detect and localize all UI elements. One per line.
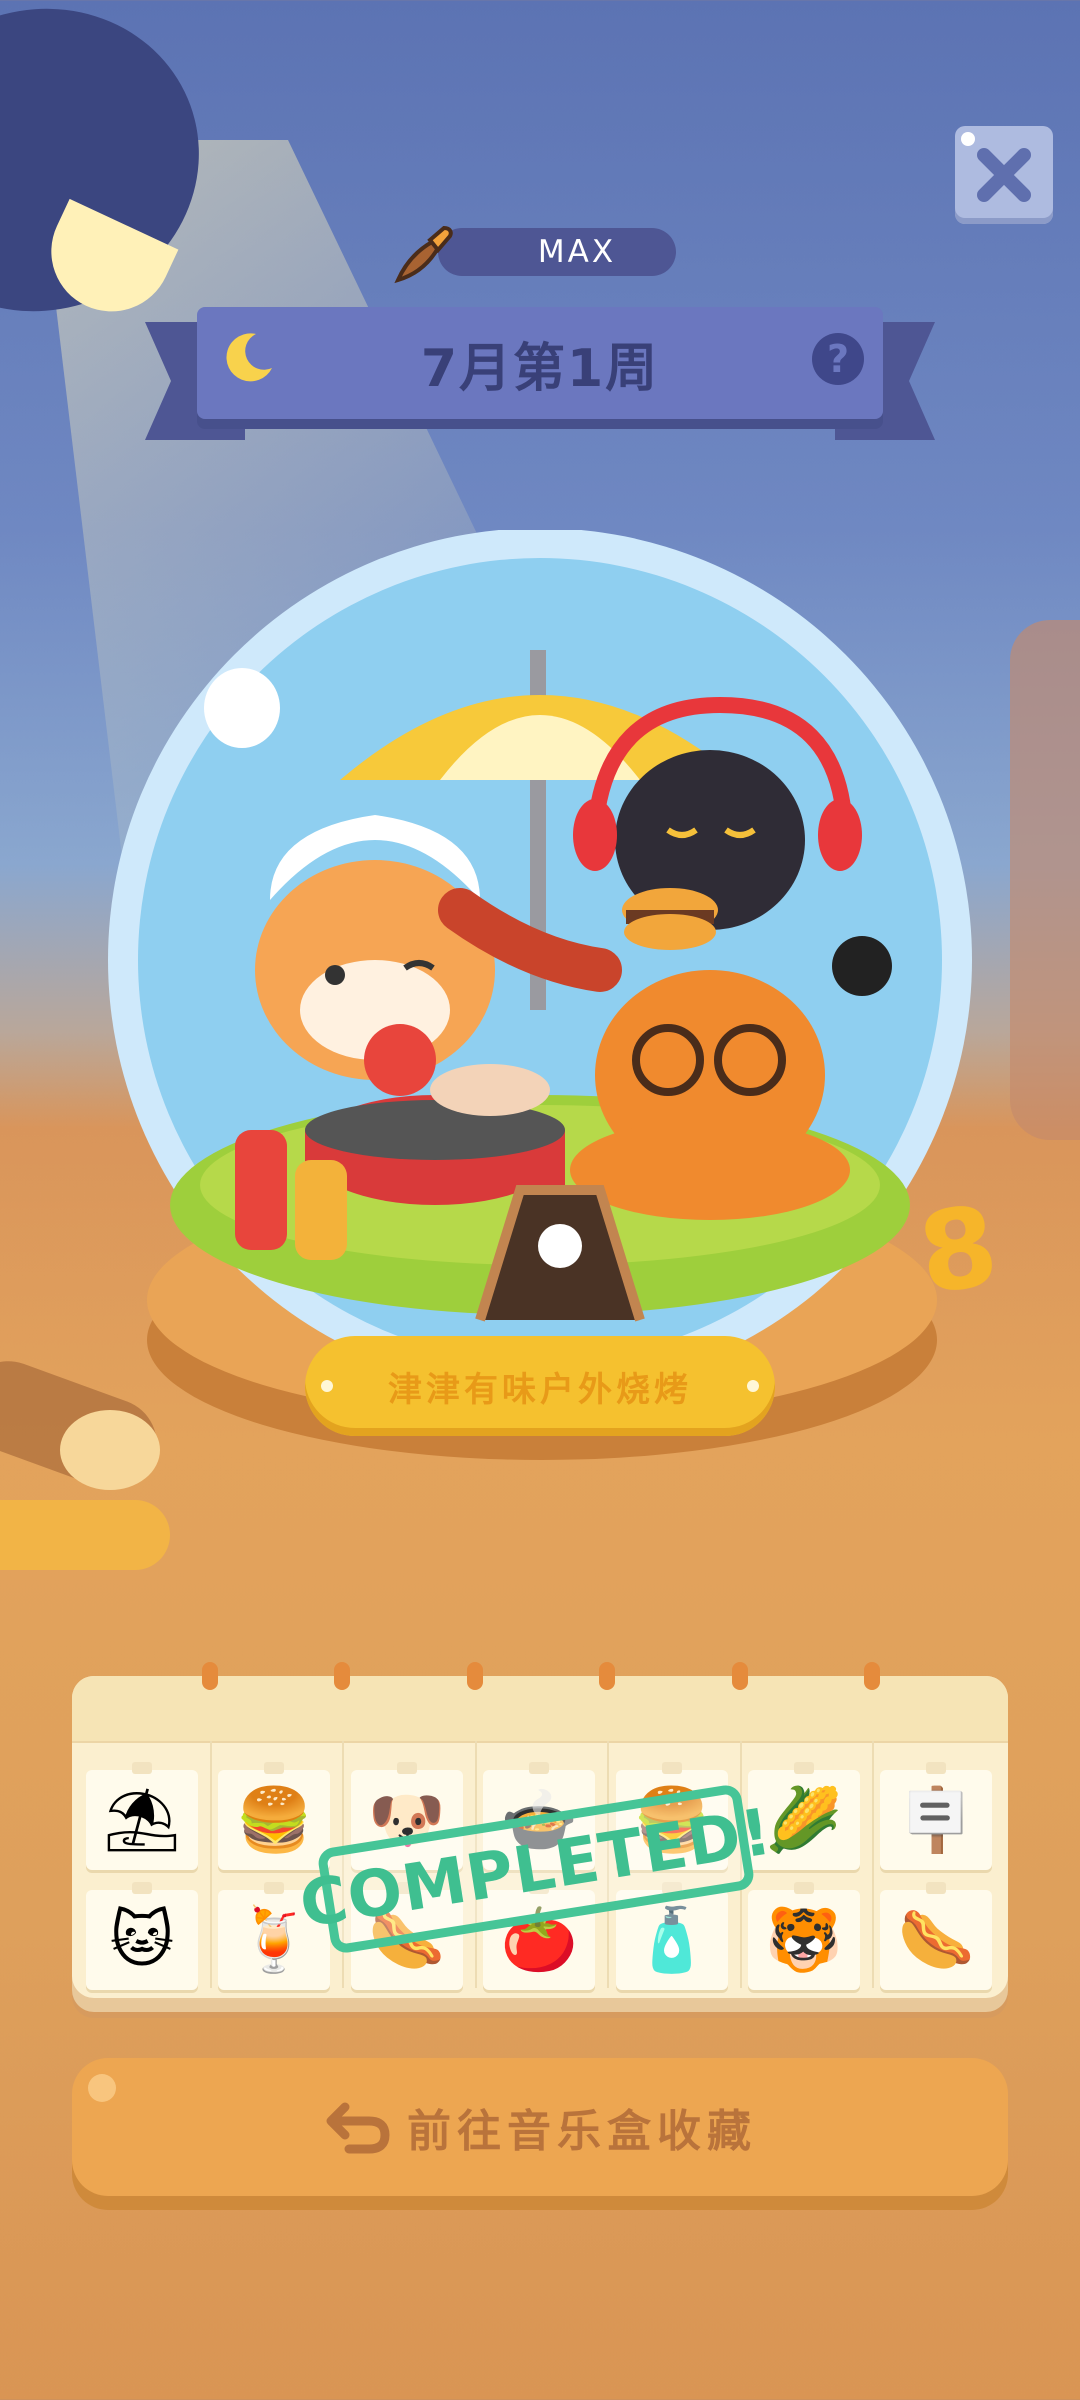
go-to-music-box-collection-button[interactable]: 前往音乐盒收藏 — [72, 2058, 1008, 2196]
sign-board-icon: 🪧 — [897, 1783, 975, 1856]
background-honey — [0, 1500, 170, 1570]
paintbrush-icon — [394, 225, 453, 284]
card-clip — [264, 1762, 285, 1774]
lemonade-icon: 🍹 — [235, 1903, 313, 1976]
card-clip — [529, 1762, 550, 1774]
week-title: 7月第1周 — [420, 338, 660, 399]
card-clip — [926, 1762, 947, 1774]
moon-icon — [226, 333, 272, 382]
card-clip — [926, 1882, 947, 1894]
level-bar: MAX — [438, 228, 676, 276]
go-button-label: 前往音乐盒收藏 — [407, 2106, 757, 2157]
orange-cat-icon: 🐯 — [765, 1903, 843, 1976]
return-arrow-icon — [326, 2102, 390, 2154]
panel-pin — [334, 1662, 350, 1690]
card-clip — [396, 1762, 417, 1774]
plaque-screw — [747, 1380, 759, 1392]
panel-pin — [467, 1662, 483, 1690]
column-divider — [872, 1741, 874, 1988]
collection-card[interactable]: 🍔 — [218, 1762, 331, 1870]
panel-pin — [864, 1662, 880, 1690]
collection-card[interactable]: ⛱ — [86, 1762, 198, 1870]
panel-pin — [599, 1662, 615, 1690]
week-banner: 7月第1周 — [197, 307, 883, 419]
card-clip — [794, 1762, 814, 1774]
card-clip — [132, 1882, 152, 1894]
music-box-key: 8 — [911, 1181, 1006, 1319]
burger-icon: 🍔 — [235, 1783, 313, 1856]
hotdog-icon: 🌭 — [897, 1903, 975, 1976]
card-clip — [794, 1882, 814, 1894]
card-clip — [661, 1762, 682, 1774]
card-clip — [264, 1882, 285, 1894]
panel-pin — [732, 1662, 748, 1690]
background-decoration-right — [1010, 620, 1080, 1140]
sauce-bottles-icon: 🧴 — [632, 1903, 711, 1976]
collection-card[interactable]: 🐱 — [86, 1882, 198, 1990]
black-cat-headphones-icon: 🐱 — [109, 1903, 175, 1976]
umbrella-icon: ⛱ — [102, 1783, 182, 1856]
column-divider — [210, 1741, 212, 1988]
card-clip — [132, 1762, 152, 1774]
level-label: MAX — [537, 234, 617, 270]
help-icon: ? — [826, 337, 850, 381]
music-box-name: 津津有味户外烧烤 — [388, 1369, 692, 1410]
collection-card[interactable]: 🌭 — [880, 1882, 993, 1990]
music-box-name-plaque: 津津有味户外烧烤 — [305, 1336, 775, 1436]
collection-card[interactable]: 🪧 — [880, 1762, 993, 1870]
plaque-screw — [321, 1380, 333, 1392]
close-icon — [977, 148, 1031, 202]
corn-icon: 🌽 — [765, 1783, 843, 1856]
collection-card[interactable]: 🐯 — [748, 1882, 860, 1990]
help-button[interactable]: ? — [812, 333, 864, 385]
highlight-dot — [961, 132, 975, 146]
panel-pin — [202, 1662, 218, 1690]
close-button[interactable] — [955, 126, 1053, 224]
highlight-dot — [88, 2074, 116, 2102]
